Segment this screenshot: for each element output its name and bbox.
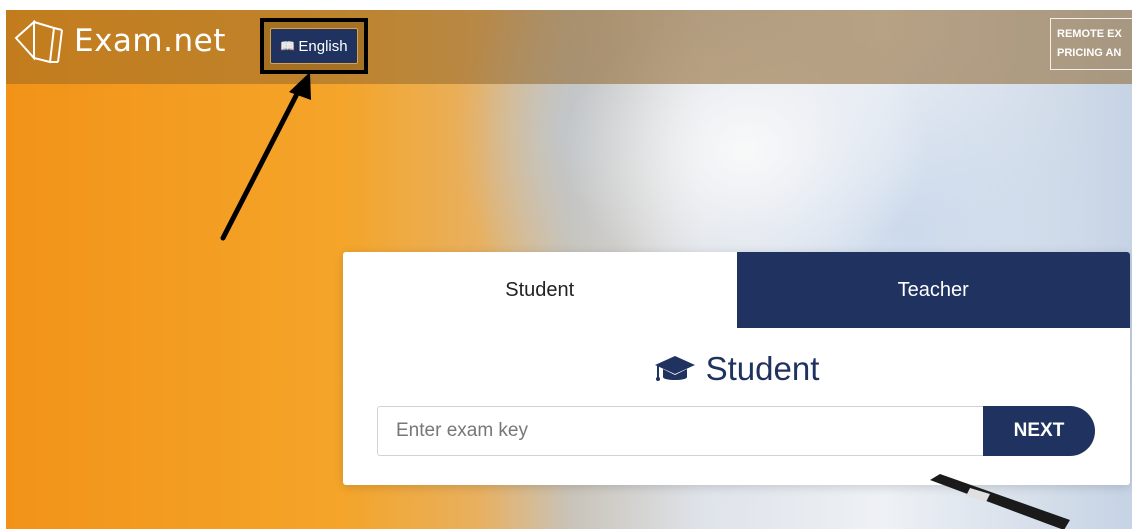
book-icon: 📖 xyxy=(280,39,296,53)
pen-image xyxy=(930,474,1070,529)
login-card: Student Teacher Student NEXT xyxy=(343,252,1130,485)
exam-key-row: NEXT xyxy=(377,406,1095,456)
brand-logo[interactable]: Exam.net xyxy=(12,18,226,64)
nav-item-pricing[interactable]: PRICING AN xyxy=(1057,44,1132,63)
top-nav[interactable]: REMOTE EX PRICING AN xyxy=(1050,18,1132,70)
arrow-annotation xyxy=(220,72,311,241)
tab-student[interactable]: Student xyxy=(343,252,737,328)
graduation-cap-icon xyxy=(654,356,695,381)
brand-name: Exam.net xyxy=(74,23,226,59)
nav-item-remote-exams[interactable]: REMOTE EX xyxy=(1057,25,1132,44)
language-label: English xyxy=(298,37,348,55)
next-button[interactable]: NEXT xyxy=(983,406,1095,456)
panel-title: Student xyxy=(343,350,1130,388)
panel-title-text: Student xyxy=(705,350,820,387)
page: Exam.net 📖 English REMOTE EX PRICING AN … xyxy=(0,0,1132,529)
tab-teacher[interactable]: Teacher xyxy=(736,252,1130,328)
language-button[interactable]: 📖 English xyxy=(270,28,358,64)
exam-key-input[interactable] xyxy=(377,406,983,456)
language-highlight-box: 📖 English xyxy=(260,18,368,74)
logo-mark-icon xyxy=(14,19,63,64)
role-tabs: Student Teacher xyxy=(343,252,1130,328)
